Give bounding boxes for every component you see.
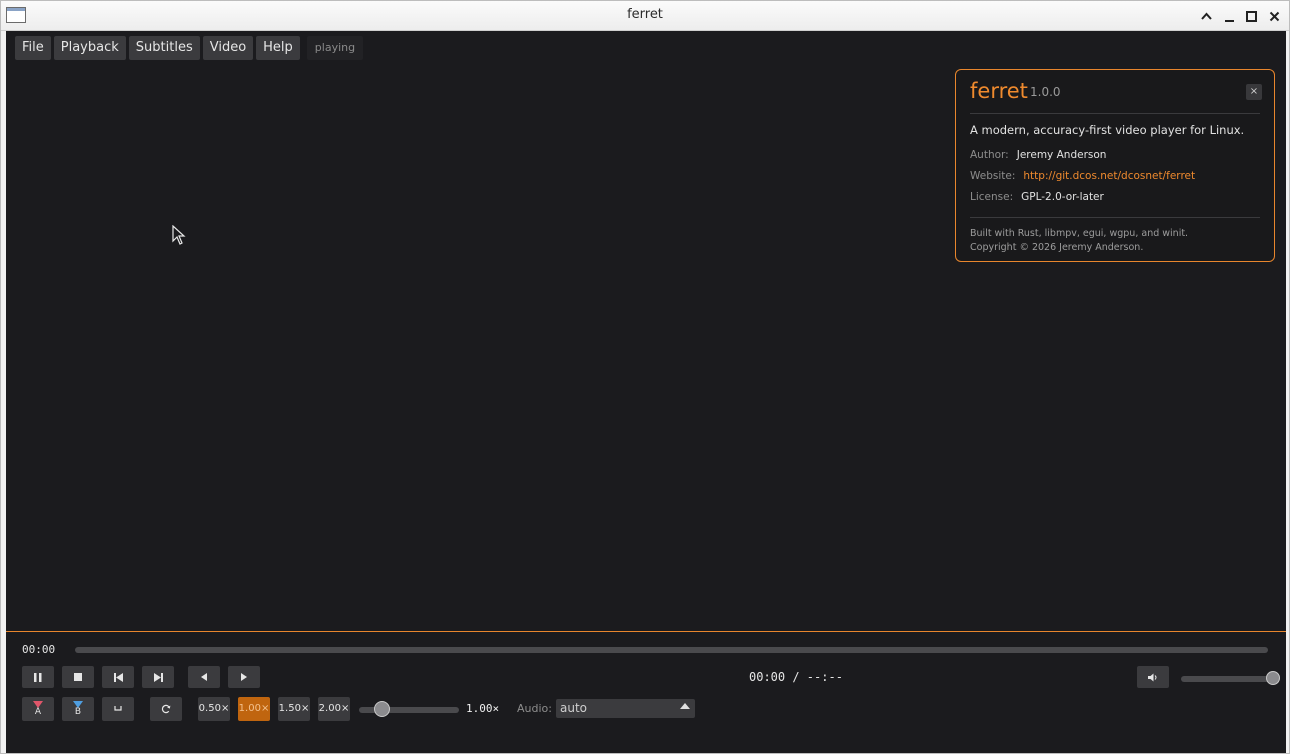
skip-previous-icon (113, 672, 123, 682)
time-display: 00:00 / --:-- (749, 670, 843, 684)
titlebar[interactable]: ferret (1, 1, 1289, 31)
speed-1-00-button[interactable]: 1.00× (238, 697, 270, 721)
step-forward-button[interactable] (228, 666, 260, 688)
about-built-with: Built with Rust, libmpv, egui, wgpu, and… (970, 228, 1189, 239)
speed-2-00-button[interactable]: 2.00× (318, 697, 350, 721)
ab-b-label: B (74, 707, 82, 717)
ab-clear-button[interactable] (102, 697, 134, 721)
close-icon[interactable] (1265, 7, 1283, 25)
mouse-pointer-icon (172, 225, 186, 245)
license-label: License: (970, 191, 1014, 203)
menu-file[interactable]: File (15, 36, 51, 60)
about-copyright: Copyright © 2026 Jeremy Anderson. (970, 242, 1144, 253)
seek-bar[interactable] (75, 647, 1268, 653)
playback-status: playing (306, 36, 364, 60)
volume-slider[interactable] (1181, 676, 1274, 682)
audio-track-select[interactable]: auto (556, 699, 695, 718)
volume-slider-handle[interactable] (1266, 671, 1280, 685)
divider (970, 113, 1260, 114)
pause-icon (34, 672, 42, 682)
step-back-button[interactable] (188, 666, 220, 688)
about-website-row: Website: http://git.dcos.net/dcosnet/ferr… (970, 170, 1195, 182)
about-description: A modern, accuracy-first video player fo… (970, 123, 1245, 137)
divider (970, 217, 1260, 218)
menu-playback[interactable]: Playback (53, 36, 126, 60)
maximize-icon[interactable] (1242, 7, 1260, 25)
stop-button[interactable] (62, 666, 94, 688)
author-label: Author: (970, 149, 1009, 161)
menu-help[interactable]: Help (256, 36, 300, 60)
control-panel: 00:00 00:00 / --:-- A B 0.50× 1.00× 1.50… (6, 631, 1286, 753)
menu-video[interactable]: Video (202, 36, 254, 60)
ab-a-label: A (34, 707, 42, 717)
chevron-up-icon[interactable] (1197, 7, 1215, 25)
ab-loop-b-button[interactable]: B (62, 697, 94, 721)
video-area[interactable]: File Playback Subtitles Video Help playi… (6, 31, 1286, 753)
website-link[interactable]: http://git.dcos.net/dcosnet/ferret (1023, 170, 1195, 182)
stop-icon (74, 673, 82, 681)
menu-bar: File Playback Subtitles Video Help playi… (15, 36, 364, 60)
about-dialog: ferret 1.0.0 × A modern, accuracy-first … (955, 69, 1275, 262)
triangle-right-icon (241, 673, 247, 681)
menu-subtitles[interactable]: Subtitles (128, 36, 200, 60)
pause-button[interactable] (22, 666, 54, 688)
speed-slider-handle[interactable] (374, 701, 390, 717)
skip-next-icon (153, 672, 163, 682)
author-value: Jeremy Anderson (1016, 149, 1107, 161)
audio-label: Audio: (517, 702, 552, 715)
speaker-icon (1148, 673, 1157, 681)
loop-icon (161, 704, 171, 714)
audio-track-value: auto (560, 701, 588, 715)
mute-button[interactable] (1137, 666, 1169, 688)
speed-readout: 1.00× (466, 702, 500, 715)
triangle-up-icon (680, 703, 690, 709)
minimize-icon[interactable] (1220, 7, 1238, 25)
speed-0-50-button[interactable]: 0.50× (198, 697, 230, 721)
website-label: Website: (970, 170, 1016, 182)
triangle-left-icon (201, 673, 207, 681)
about-app-name: ferret (970, 79, 1028, 103)
ab-loop-a-button[interactable]: A (22, 697, 54, 721)
next-button[interactable] (142, 666, 174, 688)
about-version: 1.0.0 (1030, 85, 1061, 99)
license-value: GPL-2.0-or-later (1021, 191, 1104, 203)
app-window: ferret File Playback Subtitles Video Hel… (0, 0, 1290, 754)
about-license-row: License: GPL-2.0-or-later (970, 191, 1104, 203)
window-title: ferret (627, 7, 663, 22)
elapsed-time: 00:00 (22, 643, 56, 656)
speed-1-50-button[interactable]: 1.50× (278, 697, 310, 721)
about-author-row: Author: Jeremy Anderson (970, 149, 1106, 161)
about-close-button[interactable]: × (1246, 84, 1262, 100)
loop-button[interactable] (150, 697, 182, 721)
previous-button[interactable] (102, 666, 134, 688)
bracket-icon (114, 706, 122, 711)
